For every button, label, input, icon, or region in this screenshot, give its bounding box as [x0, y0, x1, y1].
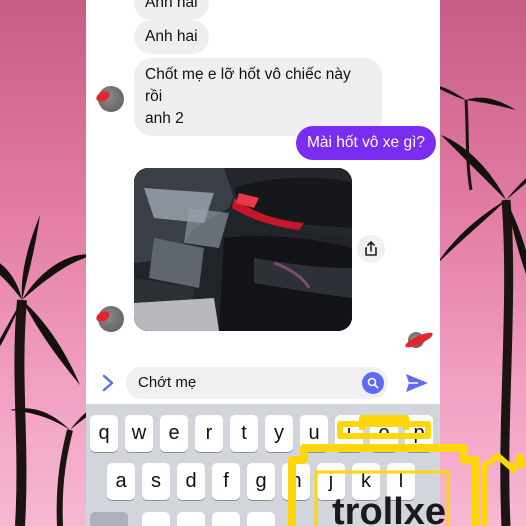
- key-t[interactable]: t: [230, 415, 258, 452]
- incoming-message-2[interactable]: Chốt mẹ e lỡ hốt vô chiếc này rồi anh 2: [134, 58, 382, 136]
- trollxe-logo-text: trollxe: [332, 491, 446, 526]
- key-a[interactable]: a: [107, 463, 135, 500]
- trollxe-logo-graphic: trollxe: [288, 415, 526, 526]
- shift-key[interactable]: [90, 512, 128, 526]
- incoming-message-1[interactable]: Anh hai: [134, 20, 209, 54]
- trollxe-watermark-logo: trollxe: [288, 410, 526, 526]
- key-r[interactable]: r: [195, 415, 223, 452]
- send-icon[interactable]: [404, 372, 430, 394]
- key-v-partial[interactable]: [247, 512, 275, 526]
- photo-message-car-crash[interactable]: [134, 168, 352, 331]
- palm-tree-left-background: [0, 0, 90, 526]
- message-input-value: Chớt mẹ: [138, 374, 197, 391]
- share-icon: [365, 241, 377, 256]
- outgoing-message[interactable]: Mài hốt vô xe gì?: [296, 126, 437, 160]
- key-d[interactable]: d: [177, 463, 205, 500]
- incoming-message-partial: Anh hai: [134, 0, 209, 20]
- emoji-search-button[interactable]: [362, 372, 384, 394]
- key-z-partial[interactable]: [142, 512, 170, 526]
- key-c-partial[interactable]: [212, 512, 240, 526]
- key-w[interactable]: w: [125, 415, 153, 452]
- share-button[interactable]: [357, 235, 385, 263]
- key-g[interactable]: g: [247, 463, 275, 500]
- key-e[interactable]: e: [160, 415, 188, 452]
- message-text-line1: Chốt mẹ e lỡ hốt vô chiếc này rồi: [145, 66, 351, 105]
- key-x-partial[interactable]: [177, 512, 205, 526]
- palm-left-graphic: [0, 215, 90, 526]
- message-text: Mài hốt vô xe gì?: [307, 134, 426, 151]
- message-text: Anh hai: [145, 0, 198, 11]
- key-q[interactable]: q: [90, 415, 118, 452]
- message-text: Anh hai: [145, 28, 198, 45]
- search-icon: [367, 377, 379, 389]
- car-photo-graphic: [134, 168, 352, 331]
- message-input[interactable]: Chớt mẹ: [126, 367, 388, 399]
- chevron-right-icon[interactable]: [98, 373, 118, 393]
- key-s[interactable]: s: [142, 463, 170, 500]
- key-f[interactable]: f: [212, 463, 240, 500]
- message-composer: Chớt mẹ: [86, 360, 440, 406]
